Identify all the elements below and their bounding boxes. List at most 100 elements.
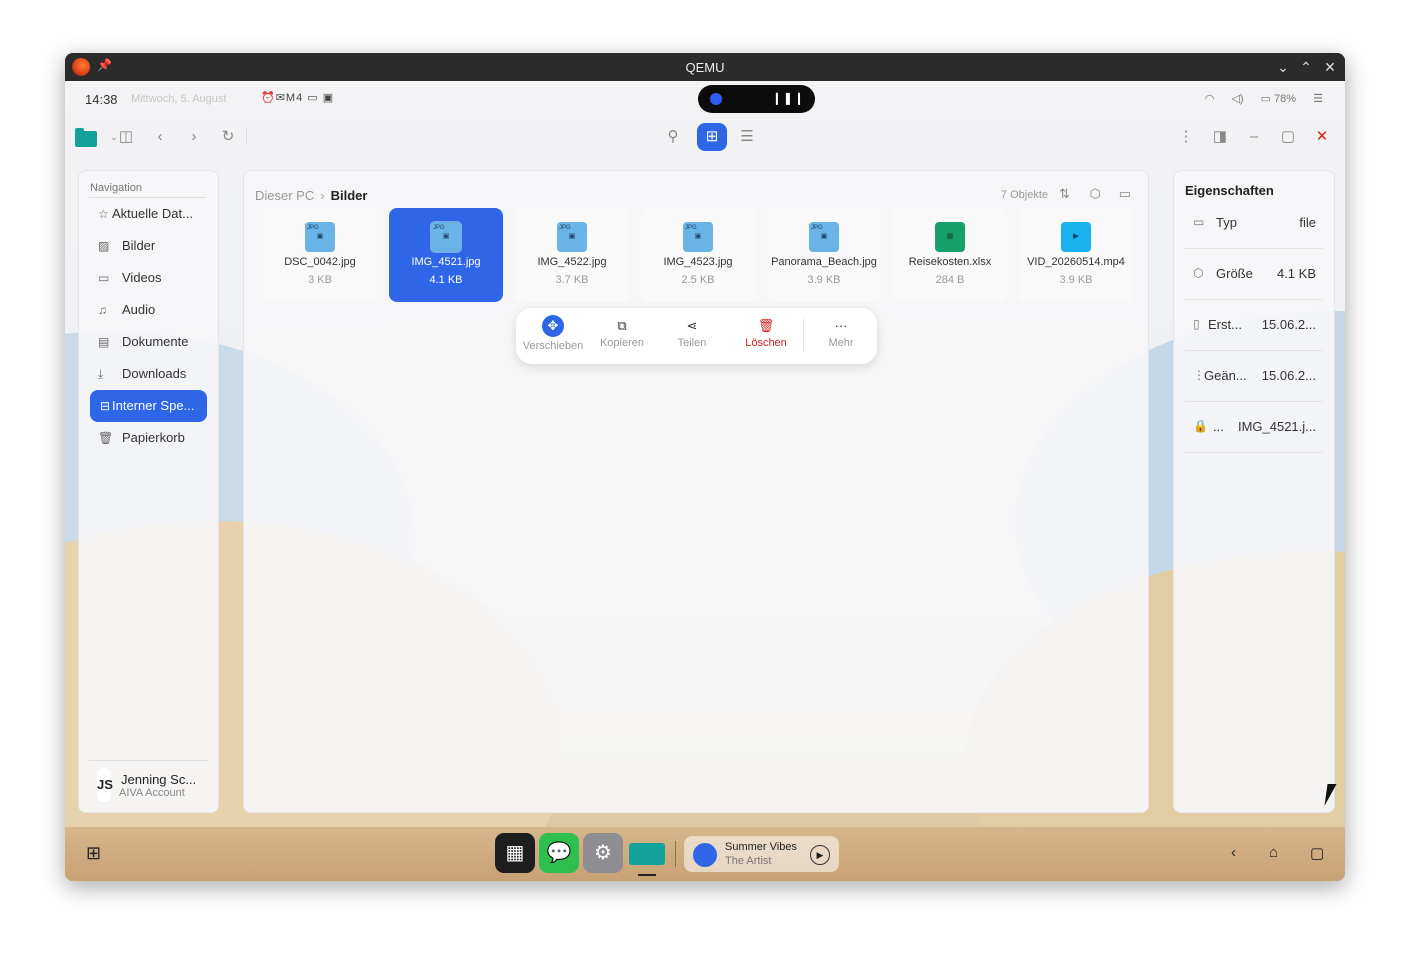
- nav-recents-button[interactable]: ▢: [1310, 844, 1324, 862]
- sort-icon[interactable]: ⇅: [1059, 186, 1070, 202]
- account-widget[interactable]: JS Jenning Sc... AIVA Account: [89, 760, 209, 804]
- app-launcher-icon[interactable]: ⊞: [86, 843, 101, 864]
- share-icon: ⋖: [686, 318, 698, 333]
- property-row: ⬡ Größe 4.1 KB: [1185, 249, 1323, 300]
- properties-title: Eigenschaften: [1185, 183, 1274, 198]
- play-icon[interactable]: ▶: [810, 845, 830, 865]
- file-browser: Dieser PC › Bilder 7 Objekte ⇅ ⬡ ▭ ▣ DSC_0…: [243, 170, 1149, 813]
- video-file-icon: ▶: [1061, 222, 1091, 252]
- search-button[interactable]: ⚲: [660, 125, 686, 149]
- sidebar-item-videos[interactable]: ▭ Videos: [90, 262, 207, 294]
- maximize-button[interactable]: ▢: [1275, 125, 1301, 149]
- file-item[interactable]: ▣ DSC_0042.jpg 3 KB: [263, 208, 377, 302]
- dock-divider: [675, 841, 676, 867]
- cube-icon: ⬡: [1193, 266, 1204, 280]
- minimize-window-button[interactable]: ⌄: [1273, 57, 1293, 77]
- battery-icon[interactable]: ▭: [1261, 93, 1271, 105]
- cube-icon[interactable]: ⬡: [1090, 186, 1101, 202]
- copy-button[interactable]: ⧉ Kopieren: [592, 308, 652, 364]
- folder-app-icon[interactable]: [75, 128, 97, 147]
- settings-app-icon[interactable]: ⚙: [583, 833, 623, 873]
- image-file-icon: ▣: [683, 222, 713, 252]
- breadcrumb-parent[interactable]: Dieser PC: [255, 188, 314, 203]
- grid-view-button[interactable]: ⊞: [697, 123, 727, 151]
- split-view-button[interactable]: ◨: [1207, 125, 1233, 149]
- file-item[interactable]: ▣ IMG_4523.jpg 2.5 KB: [641, 208, 755, 302]
- document-icon: ▤: [98, 335, 110, 349]
- sidebar-item-pictures[interactable]: ▨ Bilder: [90, 230, 207, 262]
- folder-icon: ▭: [1193, 215, 1205, 229]
- sidebar-item-audio[interactable]: ♫ Audio: [90, 294, 207, 326]
- files-app-icon[interactable]: [627, 833, 667, 873]
- breadcrumb-current[interactable]: Bilder: [331, 188, 368, 203]
- sidebar-item-documents[interactable]: ▤ Dokumente: [90, 326, 207, 358]
- control-center-icon[interactable]: ☰: [1313, 93, 1323, 105]
- more-options-button[interactable]: ⋮: [1173, 125, 1199, 149]
- file-item[interactable]: ▶ VID_20260514.mp4 3.9 KB: [1019, 208, 1133, 302]
- wifi-icon[interactable]: ◠: [1205, 93, 1215, 105]
- property-row: ▯ Erst... 15.06.2...: [1185, 300, 1323, 351]
- selection-action-bar: ✥ Verschieben ⧉ Kopieren ⋖ Teilen 🗑 Lösc…: [516, 308, 877, 364]
- trash-icon: 🗑: [757, 318, 775, 333]
- calculator-app-icon[interactable]: ▦: [495, 833, 535, 873]
- alarm-icon: ⏰: [261, 92, 276, 104]
- active-app-indicator: [638, 874, 656, 876]
- new-folder-icon[interactable]: ▭: [1119, 186, 1131, 202]
- share-button[interactable]: ⋖ Teilen: [662, 308, 722, 364]
- window-titlebar: 📌 QEMU ⌄ ⌃ ✕: [65, 53, 1345, 81]
- file-item-selected[interactable]: ▣ IMG_4521.jpg 4.1 KB: [389, 208, 503, 302]
- recording-dot-icon: [710, 93, 722, 105]
- sidebar-item-recent[interactable]: ☆ Aktuelle Dat...: [90, 198, 207, 230]
- property-row: 🔒 ... IMG_4521.j...: [1185, 402, 1323, 453]
- image-file-icon: ▣: [305, 222, 335, 252]
- taskbar: ⊞ ▦ 💬 ⚙ Summer Vibes The Artist ▶ ‹ ⌂ ▢: [65, 827, 1345, 881]
- messages-app-icon[interactable]: 💬: [539, 833, 579, 873]
- close-button[interactable]: ✕: [1309, 125, 1335, 149]
- qemu-window: 📌 QEMU ⌄ ⌃ ✕ 14:38 Mittwoch, 5. August ⏰…: [65, 53, 1345, 881]
- sidebar-item-trash[interactable]: 🗑 Papierkorb: [90, 422, 207, 454]
- desktop: 14:38 Mittwoch, 5. August ⏰✉M4 ▭ ▣ ❙❚❙ ◠…: [65, 81, 1345, 881]
- sidebar-item-internal-storage[interactable]: ⊟ Interner Spe...: [90, 390, 207, 422]
- track-artist: The Artist: [725, 855, 772, 867]
- refresh-button[interactable]: ↻: [215, 125, 241, 149]
- move-button[interactable]: ✥ Verschieben: [518, 308, 588, 364]
- volume-icon[interactable]: ◁): [1231, 93, 1243, 105]
- image-file-icon: ▣: [431, 222, 461, 252]
- account-name: Jenning Sc...: [121, 772, 197, 787]
- dynamic-island[interactable]: ❙❚❙: [698, 85, 815, 113]
- minimize-button[interactable]: –: [1241, 125, 1267, 149]
- notif-text: M4: [285, 92, 304, 104]
- nav-back-button[interactable]: ‹: [1231, 844, 1236, 861]
- object-count: 7 Objekte: [1000, 189, 1048, 201]
- star-icon: ☆: [98, 207, 109, 221]
- breadcrumb: Dieser PC › Bilder: [255, 188, 367, 203]
- list-view-button[interactable]: ☰: [734, 125, 760, 149]
- sidebar-item-downloads[interactable]: ⤓ Downloads: [90, 358, 207, 390]
- maximize-window-button[interactable]: ⌃: [1296, 57, 1316, 77]
- file-item[interactable]: ▣ Panorama_Beach.jpg 3.9 KB: [767, 208, 881, 302]
- close-window-button[interactable]: ✕: [1320, 57, 1340, 77]
- more-button[interactable]: ··· Mehr: [811, 308, 871, 364]
- account-subtitle: AIVA Account: [119, 787, 185, 799]
- forward-button[interactable]: ›: [181, 125, 207, 149]
- music-widget[interactable]: Summer Vibes The Artist ▶: [684, 836, 839, 872]
- file-item[interactable]: ▦ Reisekosten.xlsx 284 B: [893, 208, 1007, 302]
- mail-icon: ✉: [275, 92, 286, 104]
- message-icon: ▭: [307, 92, 319, 104]
- toggle-sidebar-button[interactable]: ◫: [113, 125, 139, 149]
- album-cover: [693, 843, 717, 867]
- image-icon: ▨: [98, 239, 110, 253]
- window-title: QEMU: [685, 60, 725, 75]
- file-item[interactable]: ▣ IMG_4522.jpg 3.7 KB: [515, 208, 629, 302]
- clock: 14:38: [85, 92, 118, 107]
- delete-button[interactable]: 🗑 Löschen: [736, 308, 796, 364]
- battery-level: 78%: [1274, 93, 1297, 105]
- lock-icon: 🔒: [1193, 419, 1208, 433]
- nav-home-button[interactable]: ⌂: [1269, 844, 1278, 861]
- back-button[interactable]: ‹: [147, 125, 173, 149]
- download-icon: ⤓: [98, 367, 104, 381]
- property-row: ▭ Typ file: [1185, 198, 1323, 249]
- date: Mittwoch, 5. August: [131, 93, 227, 105]
- image-file-icon: ▣: [557, 222, 587, 252]
- avatar: JS: [97, 768, 113, 802]
